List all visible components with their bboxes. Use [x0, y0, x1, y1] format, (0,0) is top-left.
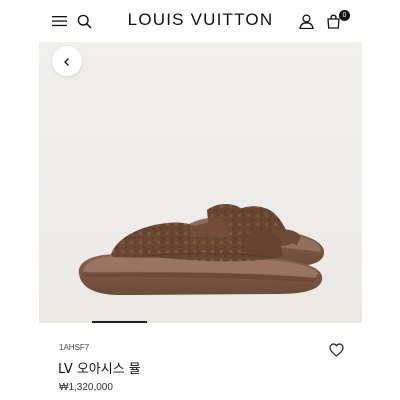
- product-sku: 1AHSF7: [59, 343, 90, 352]
- product-name: LV 오아시스 뮬: [58, 362, 141, 377]
- product-info: 1AHSF7 LV 오아시스 뮬 ₩1,320,000: [39, 323, 362, 400]
- product-price: ₩1,320,000: [59, 382, 113, 393]
- heart-outline-icon: [328, 342, 344, 361]
- header: LOUIS VUITTON 0: [39, 0, 362, 42]
- app-frame: LOUIS VUITTON 0 1AHSF7 LV 오아시스 뮬 ₩1,320,…: [39, 0, 362, 400]
- cart-count-badge: 0: [339, 10, 350, 21]
- product-image: [71, 204, 331, 295]
- left-margin: [0, 0, 39, 400]
- right-margin: [362, 0, 400, 400]
- account-icon[interactable]: [296, 11, 316, 31]
- wishlist-button[interactable]: [327, 342, 345, 360]
- product-image-gallery[interactable]: [39, 42, 362, 323]
